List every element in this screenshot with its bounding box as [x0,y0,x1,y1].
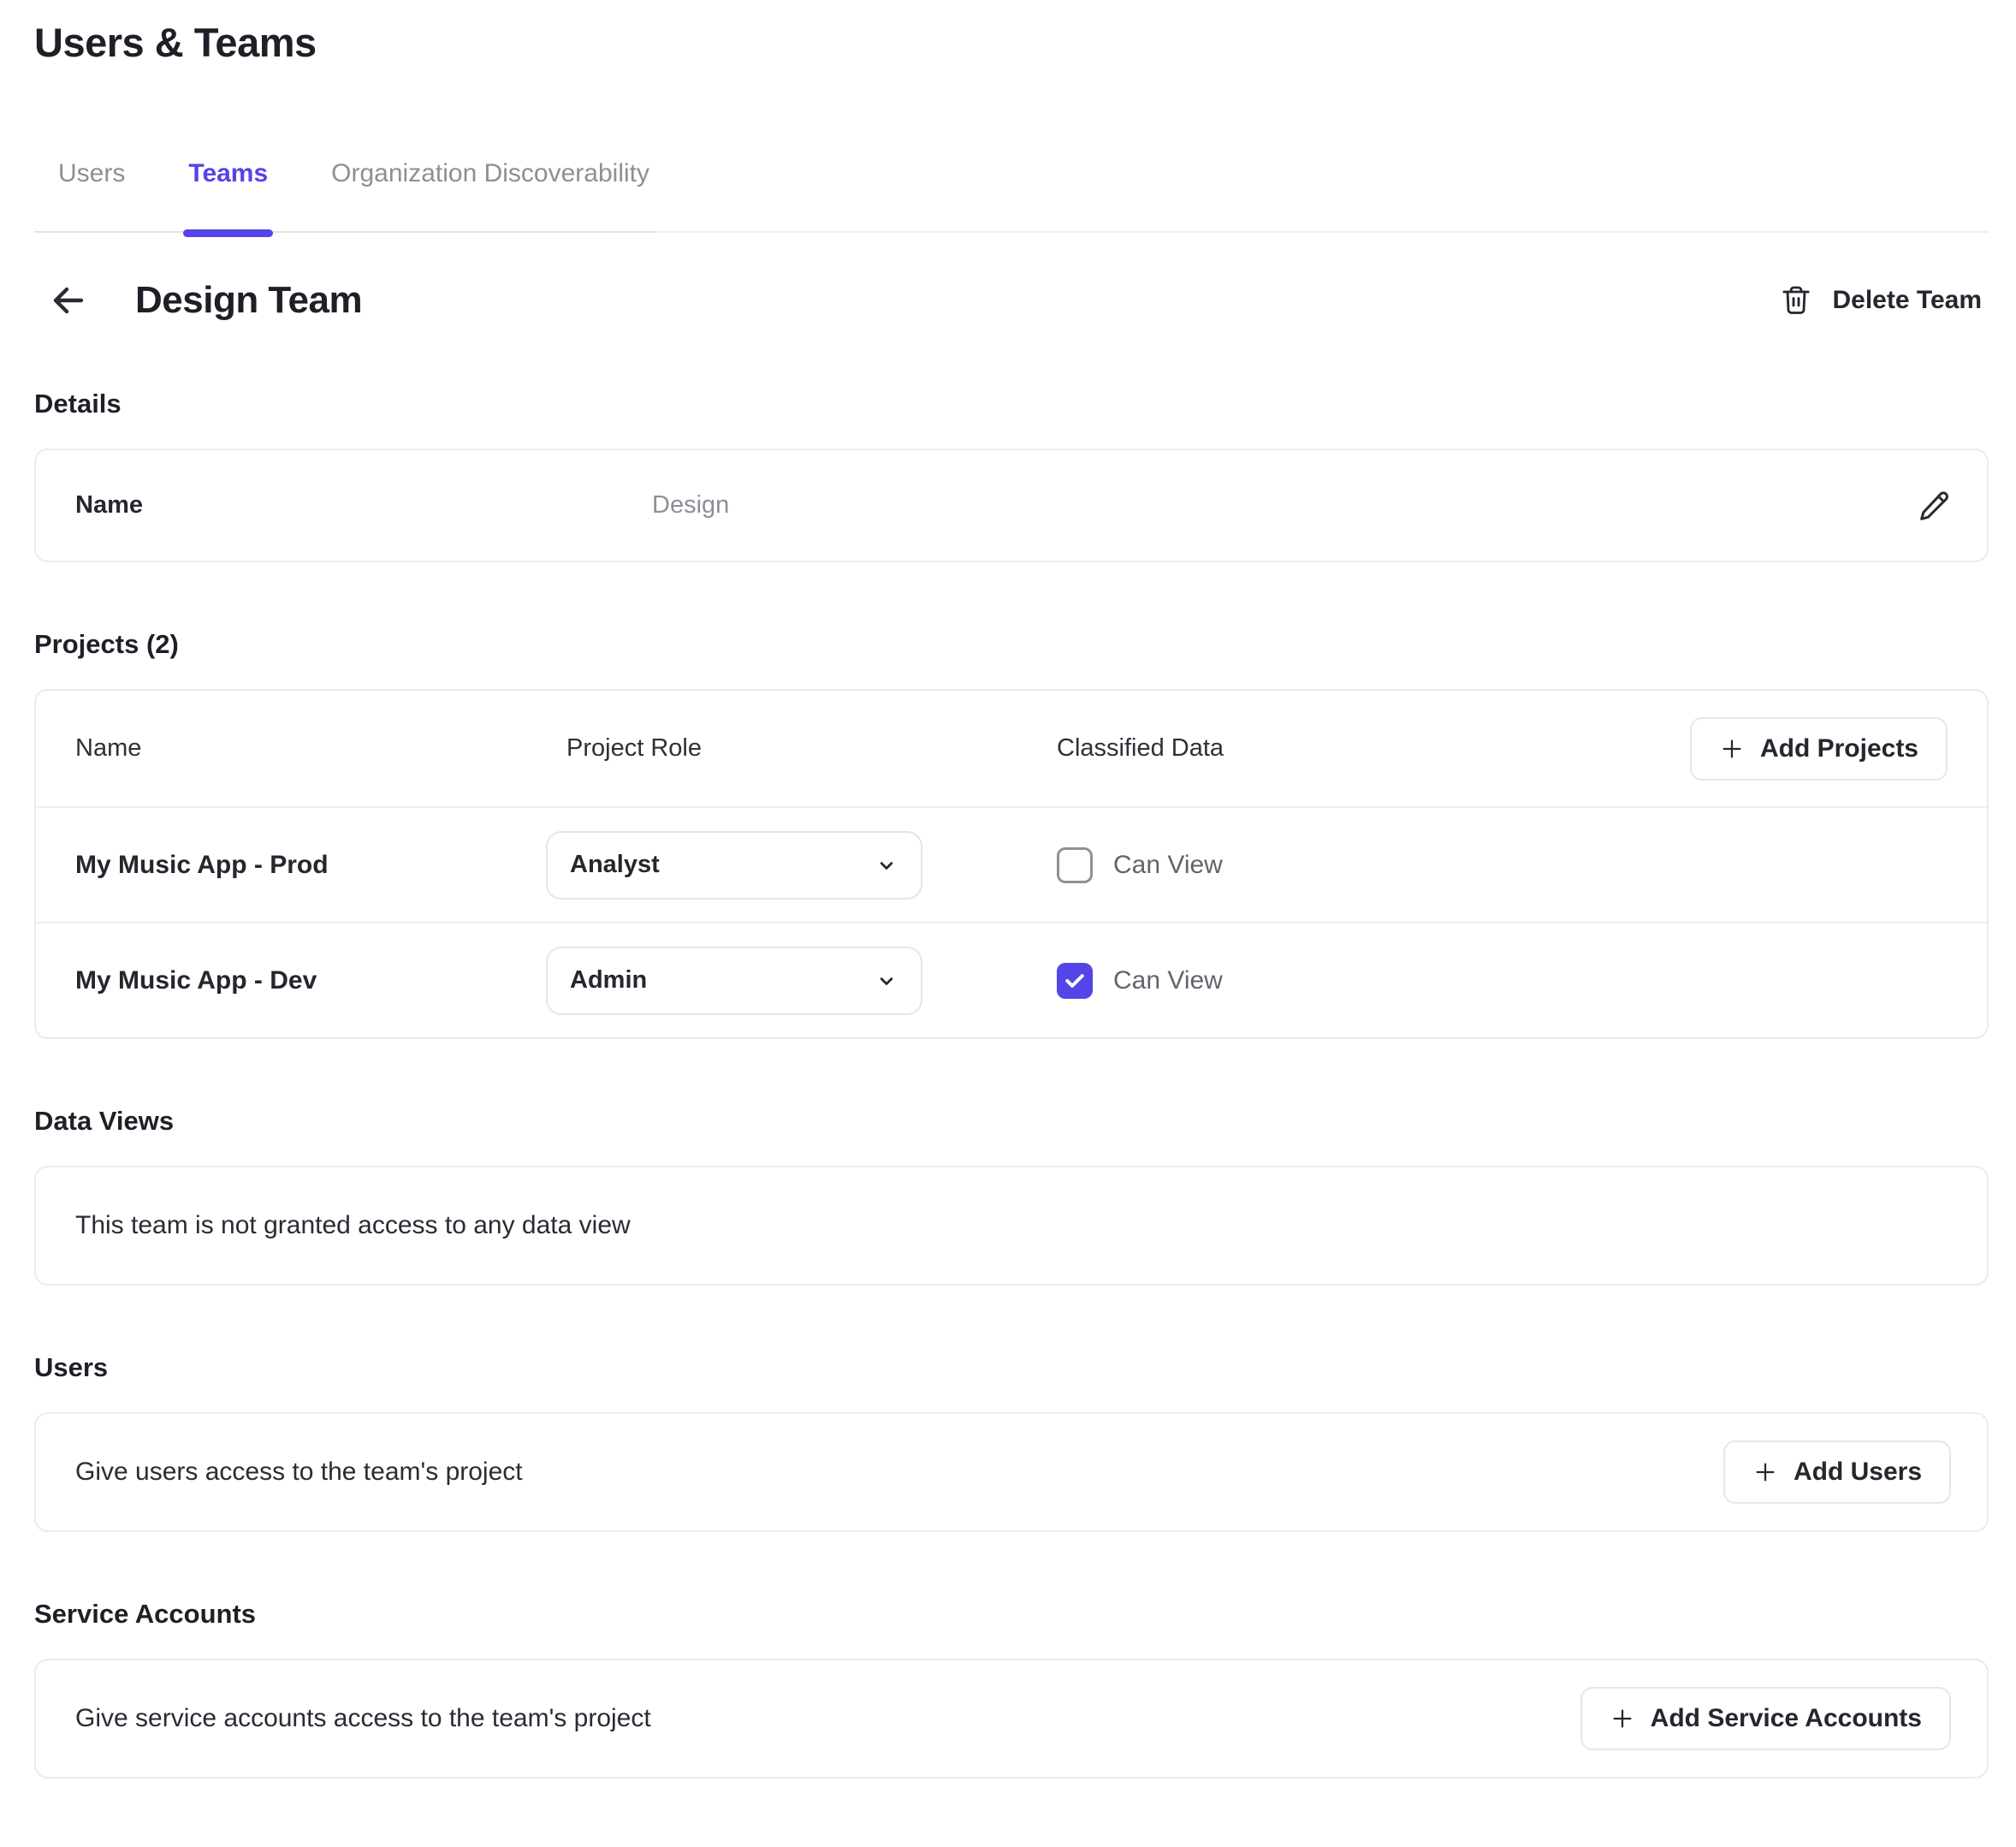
edit-name-button[interactable] [1917,489,1951,523]
project-role-select[interactable]: Analyst [546,831,922,900]
add-projects-button[interactable]: Add Projects [1690,717,1948,781]
add-service-accounts-label: Add Service Accounts [1651,1704,1922,1733]
tab-users[interactable]: Users [53,158,130,231]
checkbox-icon [1057,963,1093,999]
tab-teams[interactable]: Teams [183,158,273,231]
projects-table-header: Name Project Role Classified Data Add Pr… [36,691,1987,806]
users-card: Give users access to the team's project … [34,1412,1989,1532]
service-accounts-empty-text: Give service accounts access to the team… [75,1704,651,1733]
service-accounts-card: Give service accounts access to the team… [34,1659,1989,1779]
can-view-checkbox[interactable]: Can View [1057,847,1948,883]
data-views-empty-text: This team is not granted access to any d… [75,1211,631,1240]
users-teams-page: Users & Teams Users Teams Organization D… [0,0,2016,1847]
delete-team-button[interactable]: Delete Team [1779,283,1989,318]
plus-icon [1610,1706,1635,1731]
add-users-label: Add Users [1794,1458,1922,1487]
can-view-checkbox[interactable]: Can View [1057,963,1948,999]
checkbox-icon [1057,847,1093,883]
project-name: My Music App - Prod [75,851,566,880]
details-heading: Details [34,389,1989,419]
service-accounts-heading: Service Accounts [34,1599,1989,1630]
pencil-icon [1917,489,1951,523]
details-card: Name Design [34,448,1989,562]
add-service-accounts-button[interactable]: Add Service Accounts [1580,1687,1951,1750]
arrow-left-icon [47,280,88,321]
team-header: Design Team Delete Team [34,279,1989,322]
column-header-name: Name [75,734,566,763]
chevron-down-icon [875,969,898,993]
name-value: Design [652,491,729,520]
project-role-value: Analyst [570,851,660,879]
page-title: Users & Teams [34,19,1989,66]
trash-icon [1779,283,1813,318]
back-button[interactable] [46,279,89,322]
add-projects-label: Add Projects [1760,734,1918,763]
team-title: Design Team [135,279,362,322]
check-icon [1063,969,1087,993]
can-view-label: Can View [1113,966,1223,995]
projects-heading: Projects (2) [34,629,1989,660]
projects-table: Name Project Role Classified Data Add Pr… [34,689,1989,1039]
users-heading: Users [34,1352,1989,1383]
project-role-select[interactable]: Admin [546,947,922,1015]
add-users-button[interactable]: Add Users [1723,1440,1951,1504]
data-views-card: This team is not granted access to any d… [34,1166,1989,1286]
column-header-classified-data: Classified Data [1057,734,1224,763]
tab-organization-discoverability[interactable]: Organization Discoverability [326,158,655,231]
tab-bar: Users Teams Organization Discoverability [34,158,1989,233]
data-views-heading: Data Views [34,1106,1989,1137]
chevron-down-icon [875,853,898,877]
delete-team-label: Delete Team [1832,286,1982,315]
plus-icon [1752,1459,1778,1485]
project-row: My Music App - Prod Analyst Can View [36,806,1987,922]
column-header-project-role: Project Role [566,734,1057,763]
project-name: My Music App - Dev [75,966,566,995]
name-label: Name [75,491,652,520]
project-role-value: Admin [570,966,647,995]
users-empty-text: Give users access to the team's project [75,1458,523,1487]
can-view-label: Can View [1113,851,1223,880]
project-row: My Music App - Dev Admin Can View [36,922,1987,1037]
plus-icon [1719,736,1745,762]
